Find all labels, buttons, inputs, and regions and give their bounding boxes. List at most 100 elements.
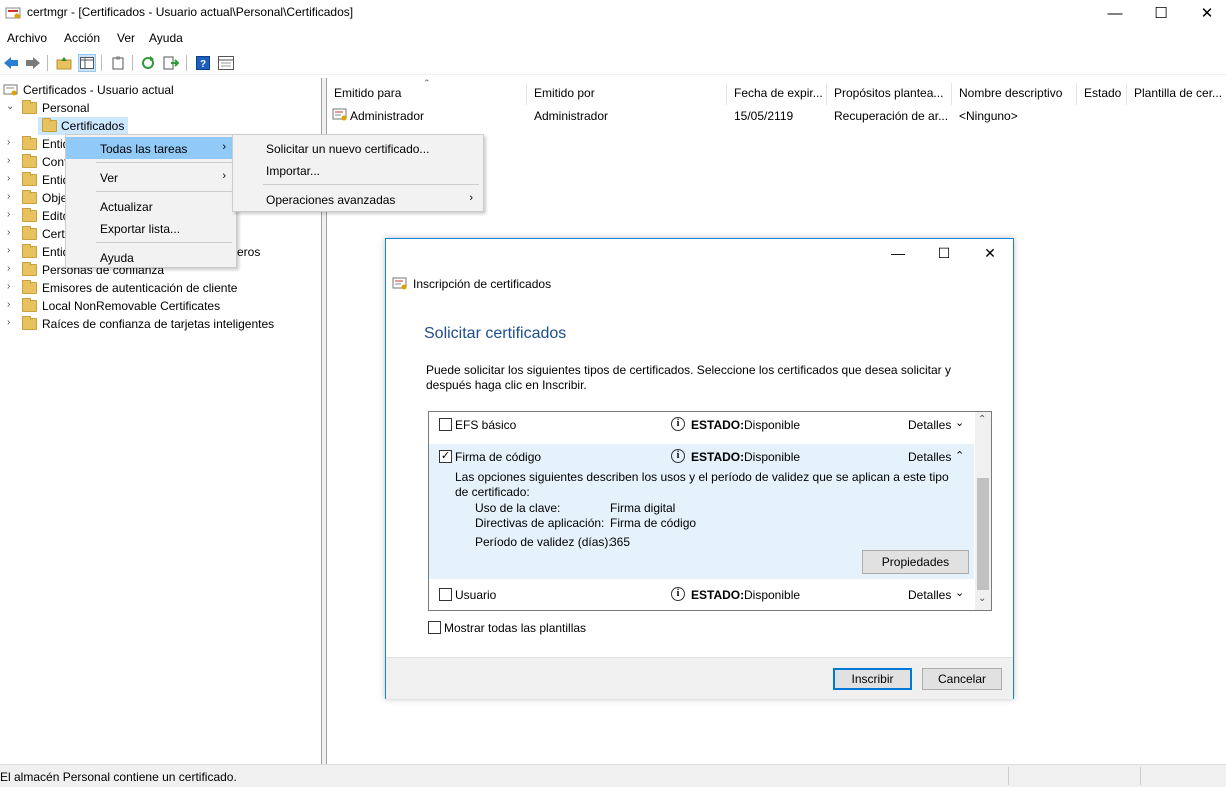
menu-item-exportar-lista[interactable]: Exportar lista... (66, 217, 236, 239)
col-estado[interactable]: Estado (1084, 86, 1121, 102)
tree-item[interactable]: › Local NonRemovable Certificates (0, 297, 320, 315)
column-divider[interactable] (826, 83, 827, 105)
menu-item-solicitar-nuevo-certificado[interactable]: Solicitar un nuevo certificado... (233, 137, 483, 159)
cert-row-efs-basico[interactable]: EFS básico i ESTADO: Disponible Detalles… (429, 412, 974, 440)
show-tree-icon[interactable] (78, 54, 96, 72)
chevron-down-icon[interactable]: ⌄ (6, 101, 14, 112)
up-folder-icon[interactable] (55, 54, 73, 72)
col-nombre-descriptivo[interactable]: Nombre descriptivo (959, 86, 1062, 102)
chevron-up-icon[interactable]: ⌃ (955, 449, 964, 462)
chevron-right-icon[interactable]: › (7, 191, 10, 202)
dialog-heading: Solicitar certificados (424, 325, 567, 342)
tree-item[interactable]: › Emisores de autenticación de cliente (0, 279, 320, 297)
menu-item-label: Ayuda (100, 251, 134, 265)
list-scrollbar[interactable]: ⌃ ⌄ (975, 412, 991, 610)
chevron-right-icon: › (222, 170, 226, 182)
chevron-right-icon[interactable]: › (7, 263, 10, 274)
col-fecha-expiracion[interactable]: Fecha de expir... (734, 86, 823, 102)
prop-key: Directivas de aplicación: (475, 516, 605, 530)
clipboard-icon[interactable] (109, 54, 127, 72)
cert-row-usuario[interactable]: Usuario i ESTADO: Disponible Detalles ⌄ (429, 583, 974, 610)
dialog-minimize-button[interactable]: — (875, 239, 921, 267)
checkbox-usuario[interactable] (439, 588, 452, 601)
col-propositos[interactable]: Propósitos plantea... (834, 86, 943, 102)
sort-asc-icon: ⌃ (423, 78, 431, 88)
chevron-right-icon[interactable]: › (7, 245, 10, 256)
chevron-right-icon[interactable]: › (7, 155, 10, 166)
column-divider[interactable] (951, 83, 952, 105)
menu-ayuda[interactable]: Ayuda (149, 31, 183, 45)
chevron-right-icon[interactable]: › (7, 281, 10, 292)
toolbar-separator (186, 55, 187, 71)
column-divider[interactable] (526, 83, 527, 105)
scroll-down-icon[interactable]: ⌄ (978, 593, 986, 604)
column-divider[interactable] (1126, 83, 1127, 105)
folder-icon (22, 226, 37, 240)
certmgr-app-icon (5, 6, 21, 20)
enroll-button[interactable]: Inscribir (833, 668, 912, 690)
forward-arrow-icon[interactable] (24, 54, 42, 72)
export-list-icon[interactable] (162, 54, 180, 72)
menu-ver[interactable]: Ver (117, 31, 135, 45)
estado-label: ESTADO: (691, 588, 745, 602)
menu-archivo[interactable]: Archivo (7, 31, 47, 45)
certificate-list[interactable]: EFS básico i ESTADO: Disponible Detalles… (428, 411, 992, 611)
menu-item-operaciones-avanzadas[interactable]: Operaciones avanzadas › (233, 188, 483, 210)
menu-item-label: Exportar lista... (100, 222, 181, 236)
column-divider[interactable] (1076, 83, 1077, 105)
menu-item-label: Importar... (266, 164, 321, 178)
menu-item-ayuda[interactable]: Ayuda (66, 246, 236, 268)
properties-view-icon[interactable] (217, 54, 235, 72)
menu-item-ver[interactable]: Ver › (66, 166, 236, 188)
dialog-description: Puede solicitar los siguientes tipos de … (426, 363, 951, 392)
refresh-icon[interactable] (139, 54, 157, 72)
tree-item-certificados[interactable]: Certificados (38, 117, 128, 135)
col-plantilla[interactable]: Plantilla de cer... (1134, 86, 1222, 102)
chevron-right-icon[interactable]: › (7, 299, 10, 310)
chevron-right-icon[interactable]: › (7, 173, 10, 184)
help-icon[interactable]: ? (194, 54, 212, 72)
col-emitido-por[interactable]: Emitido por (534, 86, 595, 102)
menu-item-label: Operaciones avanzadas (266, 193, 396, 207)
chevron-right-icon[interactable]: › (7, 317, 10, 328)
dialog-close-button[interactable]: ✕ (967, 239, 1013, 267)
toolbar-separator (101, 55, 102, 71)
checkbox-firma-de-codigo[interactable]: ✓ (439, 450, 452, 463)
tree-item-personal[interactable]: ⌄ Personal (0, 99, 320, 117)
chevron-right-icon[interactable]: › (7, 227, 10, 238)
scroll-up-icon[interactable]: ⌃ (978, 414, 986, 425)
scrollbar-thumb[interactable] (977, 478, 989, 590)
tree-item-label-partial: eros (237, 245, 261, 259)
tree-item[interactable]: › Raíces de confianza de tarjetas inteli… (0, 315, 320, 333)
cert-row-firma-de-codigo[interactable]: ✓ Firma de código i ESTADO: Disponible D… (429, 444, 974, 579)
menu-item-todas-las-tareas[interactable]: Todas las tareas › (66, 137, 236, 159)
details-link[interactable]: Detalles (908, 450, 951, 464)
chevron-right-icon[interactable]: › (7, 209, 10, 220)
maximize-button[interactable]: ☐ (1138, 0, 1184, 26)
checkbox-efs-basico[interactable] (439, 418, 452, 431)
minimize-button[interactable]: — (1092, 0, 1138, 26)
chevron-down-icon[interactable]: ⌄ (955, 586, 964, 599)
cancel-button[interactable]: Cancelar (922, 668, 1002, 690)
table-row[interactable]: Administrador Administrador 15/05/2119 R… (327, 106, 1226, 126)
menu-separator (96, 162, 232, 163)
details-link[interactable]: Detalles (908, 588, 951, 602)
col-emitido-para[interactable]: Emitido para (334, 86, 401, 102)
chevron-down-icon[interactable]: ⌄ (955, 416, 964, 429)
details-link[interactable]: Detalles (908, 418, 951, 432)
chevron-right-icon[interactable]: › (7, 137, 10, 148)
cert-name: Usuario (455, 588, 497, 602)
maximize-icon: ☐ (937, 244, 951, 261)
menu-item-importar[interactable]: Importar... (233, 159, 483, 181)
back-arrow-icon[interactable] (2, 54, 20, 72)
dialog-maximize-button[interactable]: ☐ (921, 239, 967, 267)
properties-button[interactable]: Propiedades (862, 550, 969, 574)
menu-accion[interactable]: Acción (64, 31, 100, 45)
close-button[interactable]: ✕ (1184, 0, 1226, 26)
menu-item-actualizar[interactable]: Actualizar (66, 195, 236, 217)
show-all-templates-checkbox[interactable] (428, 621, 441, 634)
menu-item-label: Ver (100, 171, 119, 185)
column-divider[interactable] (726, 83, 727, 105)
tree-root[interactable]: Certificados - Usuario actual (0, 81, 320, 99)
window-title: certmgr - [Certificados - Usuario actual… (27, 5, 354, 19)
